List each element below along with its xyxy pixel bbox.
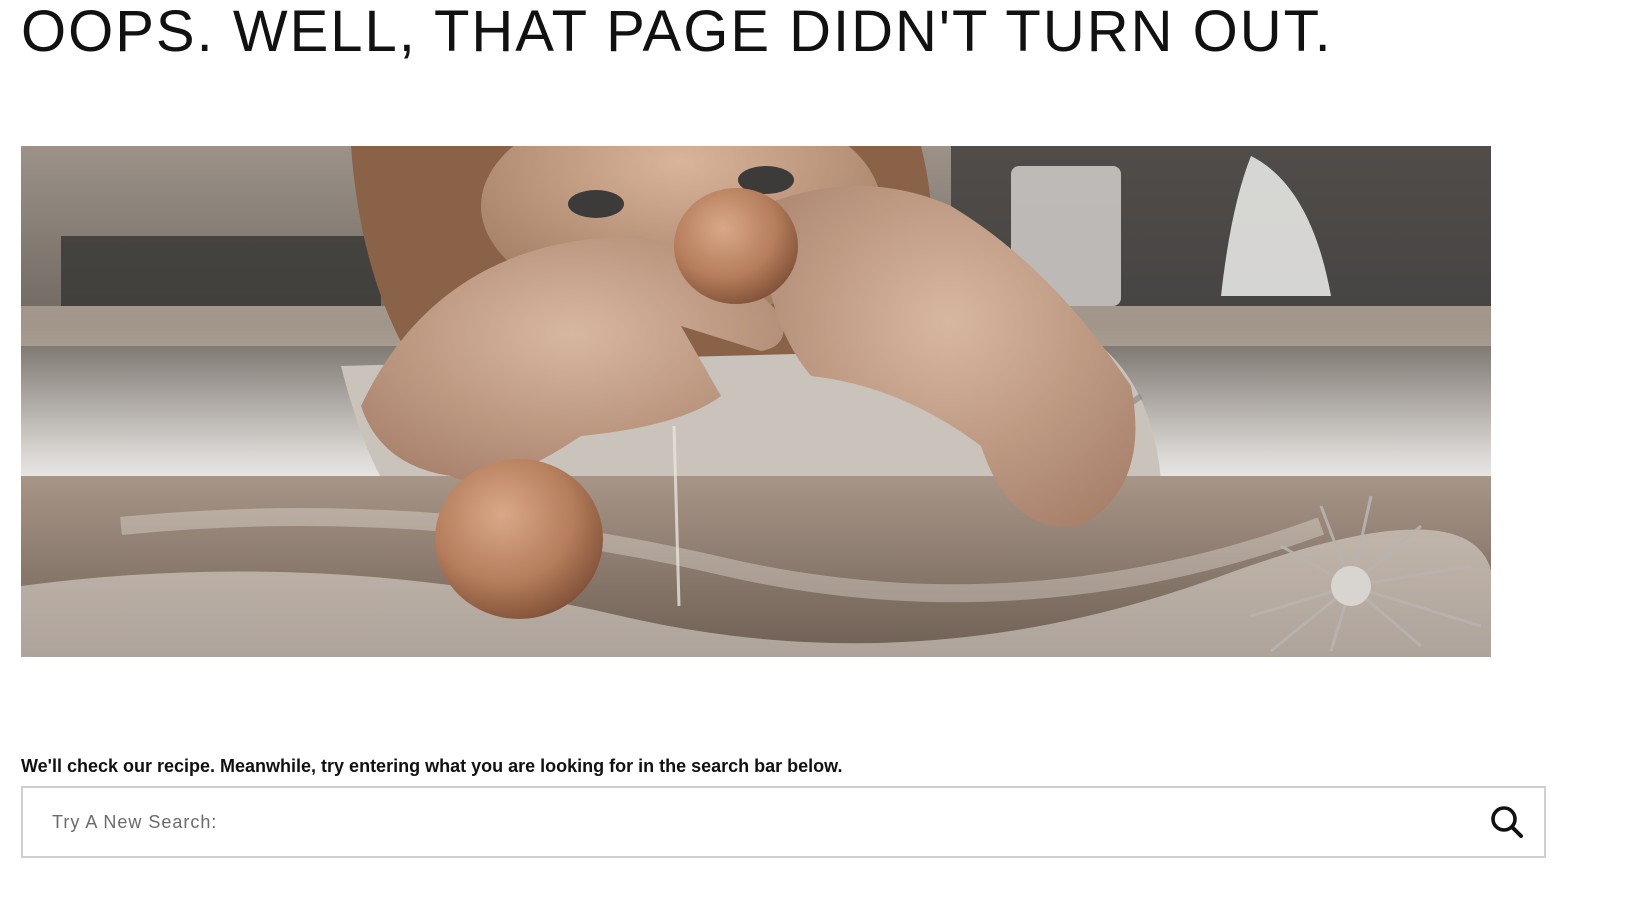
help-message: We'll check our recipe. Meanwhile, try e… — [21, 756, 843, 776]
search-icon — [1491, 806, 1523, 838]
page-title: OOPS. WELL, THAT PAGE DIDN'T TURN OUT. — [21, 0, 1333, 64]
hero-image — [21, 146, 1491, 657]
search-button[interactable] — [1480, 796, 1534, 848]
search-bar — [21, 786, 1546, 858]
error-page: OOPS. WELL, THAT PAGE DIDN'T TURN OUT. W… — [0, 0, 1636, 916]
search-input[interactable] — [23, 788, 1463, 856]
hero-photo — [21, 146, 1491, 657]
